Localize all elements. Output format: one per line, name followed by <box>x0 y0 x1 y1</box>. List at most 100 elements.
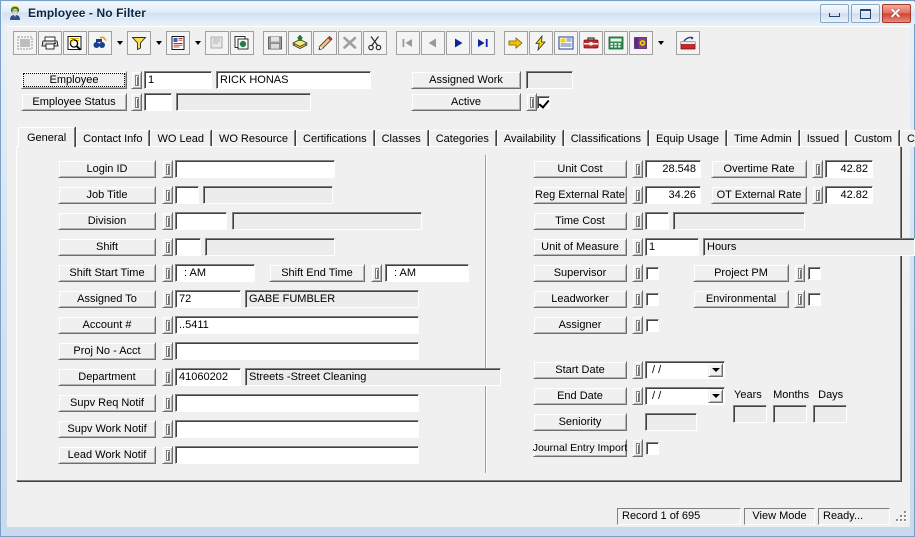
division-code-input[interactable] <box>175 212 227 230</box>
assigner-checkbox[interactable] <box>646 318 659 332</box>
tab-time-admin[interactable]: Time Admin <box>727 130 799 147</box>
close-button[interactable] <box>882 4 911 23</box>
assigned-work-label-button[interactable]: Assigned Work <box>411 71 521 89</box>
overtime-rate-label-button[interactable]: Overtime Rate <box>711 160 807 178</box>
overtime-rate-lookup-spinner[interactable] <box>812 160 823 178</box>
unit-of-measure-label-button[interactable]: Unit of Measure <box>533 238 627 256</box>
layout-icon[interactable] <box>554 30 578 55</box>
first-record-icon[interactable] <box>396 30 420 55</box>
shift-end-time-lookup-spinner[interactable] <box>371 264 382 282</box>
journal-entry-import-lookup-spinner[interactable] <box>632 439 643 457</box>
help-dropdown-icon[interactable] <box>654 31 667 55</box>
copy-record-icon[interactable] <box>230 30 254 55</box>
assigned-to-label-button[interactable]: Assigned To <box>58 290 156 308</box>
tab-contact-info[interactable]: Contact Info <box>76 130 150 147</box>
tab-issued[interactable]: Issued <box>799 130 847 147</box>
edit-icon[interactable] <box>313 30 337 55</box>
supv-work-notif-input[interactable] <box>175 420 419 438</box>
department-lookup-spinner[interactable] <box>162 368 173 386</box>
add-icon[interactable] <box>288 30 312 55</box>
assigner-lookup-spinner[interactable] <box>632 316 643 334</box>
tab-classes[interactable]: Classes <box>374 130 428 147</box>
account-number-lookup-spinner[interactable] <box>162 316 173 334</box>
help-icon[interactable] <box>629 30 653 55</box>
shift-start-time-lookup-spinner[interactable] <box>162 264 173 282</box>
print-preview-icon[interactable] <box>63 30 87 55</box>
previous-record-icon[interactable] <box>421 30 445 55</box>
restore-button[interactable] <box>851 4 880 23</box>
shift-code-input[interactable] <box>175 238 201 256</box>
environmental-checkbox[interactable] <box>808 292 821 306</box>
proj-no-acct-lookup-spinner[interactable] <box>162 342 173 360</box>
tab-classifications[interactable]: Classifications <box>563 130 649 147</box>
export-icon[interactable] <box>676 30 700 55</box>
filter-icon[interactable] <box>127 30 151 55</box>
properties-icon[interactable] <box>205 30 229 55</box>
goto-icon[interactable] <box>504 30 528 55</box>
start-date-lookup-spinner[interactable] <box>632 361 643 379</box>
tab-comments[interactable]: Comments <box>900 130 915 147</box>
reg-external-rate-label-button[interactable]: Reg External Rate <box>533 186 627 204</box>
save-icon[interactable] <box>263 30 287 55</box>
time-cost-lookup-spinner[interactable] <box>632 212 643 230</box>
leadworker-checkbox[interactable] <box>646 292 659 306</box>
start-date-combo[interactable]: / / <box>645 361 725 379</box>
chevron-down-icon[interactable] <box>708 389 723 403</box>
department-code-input[interactable]: 41060202 <box>175 368 241 386</box>
department-label-button[interactable]: Department <box>58 368 156 386</box>
job-title-label-button[interactable]: Job Title <box>58 186 156 204</box>
environmental-lookup-spinner[interactable] <box>794 290 805 308</box>
supervisor-lookup-spinner[interactable] <box>632 264 643 282</box>
account-number-input[interactable]: ..5411 <box>175 316 419 334</box>
supv-work-notif-lookup-spinner[interactable] <box>162 420 173 438</box>
find-dropdown-icon[interactable] <box>113 31 126 55</box>
supv-req-notif-label-button[interactable]: Supv Req Notif <box>58 394 156 412</box>
supervisor-label-button[interactable]: Supervisor <box>533 264 627 282</box>
end-date-combo[interactable]: / / <box>645 387 725 405</box>
journal-entry-import-label-button[interactable]: Journal Entry Import <box>533 439 627 457</box>
minimize-button[interactable] <box>820 4 849 23</box>
unit-of-measure-lookup-spinner[interactable] <box>632 238 643 256</box>
tab-general[interactable]: General <box>18 127 76 147</box>
cut-icon[interactable] <box>363 30 387 55</box>
tab-wo-resource[interactable]: WO Resource <box>211 130 296 147</box>
active-checkbox[interactable] <box>537 95 550 109</box>
project-pm-lookup-spinner[interactable] <box>794 264 805 282</box>
seniority-label-button[interactable]: Seniority <box>533 413 627 431</box>
last-record-icon[interactable] <box>471 30 495 55</box>
project-pm-checkbox[interactable] <box>808 266 821 280</box>
division-lookup-spinner[interactable] <box>162 212 173 230</box>
login-id-lookup-spinner[interactable] <box>162 160 173 178</box>
reg-external-rate-lookup-spinner[interactable] <box>632 186 643 204</box>
toolbox-icon[interactable] <box>579 30 603 55</box>
report-dropdown-icon[interactable] <box>191 31 204 55</box>
overtime-rate-input[interactable]: 42.82 <box>825 160 873 178</box>
journal-entry-import-checkbox[interactable] <box>646 441 659 455</box>
shift-end-time-input[interactable]: : AM <box>385 264 469 282</box>
leadworker-lookup-spinner[interactable] <box>632 290 643 308</box>
supv-req-notif-lookup-spinner[interactable] <box>162 394 173 412</box>
print-icon[interactable] <box>38 30 62 55</box>
end-date-lookup-spinner[interactable] <box>632 387 643 405</box>
ot-external-rate-input[interactable]: 42.82 <box>825 186 873 204</box>
shift-start-time-label-button[interactable]: Shift Start Time <box>58 264 156 282</box>
unit-of-measure-code-input[interactable]: 1 <box>645 238 699 256</box>
unit-cost-input[interactable]: 28.548 <box>645 160 701 178</box>
employee-label-button[interactable]: Employee <box>21 71 127 89</box>
tab-certifications[interactable]: Certifications <box>296 130 374 147</box>
delete-icon[interactable] <box>338 30 362 55</box>
active-lookup-spinner[interactable] <box>526 93 537 111</box>
select-all-icon[interactable] <box>13 30 37 55</box>
project-pm-label-button[interactable]: Project PM <box>693 264 789 282</box>
unit-cost-label-button[interactable]: Unit Cost <box>533 160 627 178</box>
calculator-icon[interactable] <box>604 30 628 55</box>
shift-end-time-label-button[interactable]: Shift End Time <box>269 264 365 282</box>
assigned-to-code-input[interactable]: 72 <box>175 290 241 308</box>
proj-no-acct-input[interactable] <box>175 342 419 360</box>
ot-external-rate-label-button[interactable]: OT External Rate <box>711 186 807 204</box>
time-cost-code-input[interactable] <box>645 212 669 230</box>
employee-status-code-input[interactable] <box>144 93 172 111</box>
shift-label-button[interactable]: Shift <box>58 238 156 256</box>
supv-work-notif-label-button[interactable]: Supv Work Notif <box>58 420 156 438</box>
account-number-label-button[interactable]: Account # <box>58 316 156 334</box>
